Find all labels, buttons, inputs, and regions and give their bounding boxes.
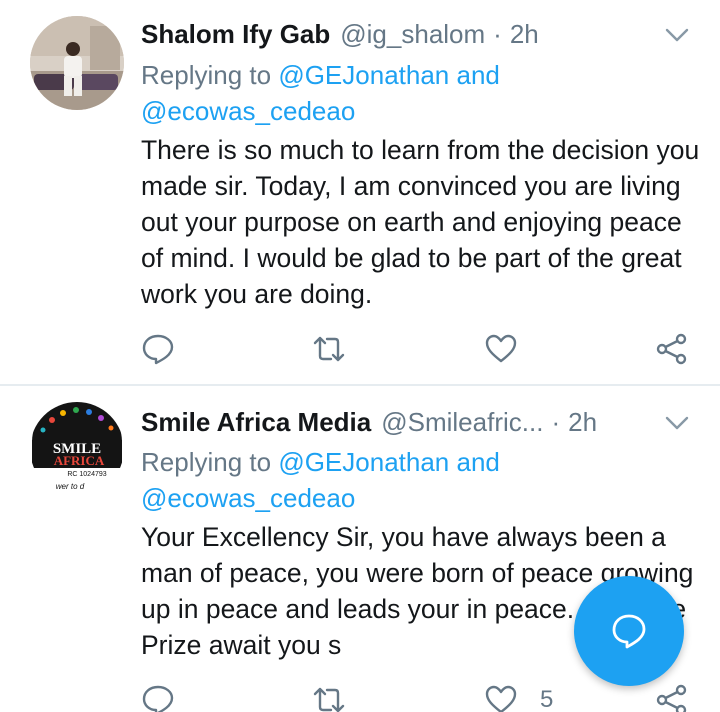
reply-icon	[142, 334, 174, 365]
retweet-button[interactable]	[312, 680, 346, 712]
mention-link[interactable]: @GEJonathan	[278, 60, 449, 90]
mention-link[interactable]: @ecowas_cedeao	[141, 483, 355, 513]
timestamp[interactable]: 2h	[510, 19, 539, 50]
retweet-button[interactable]	[312, 329, 346, 369]
reply-button[interactable]	[141, 329, 175, 369]
share-icon	[656, 684, 687, 712]
display-name[interactable]: Smile Africa Media	[141, 407, 371, 438]
mention-link[interactable]: @GEJonathan	[278, 447, 449, 477]
share-button[interactable]	[655, 329, 689, 369]
user-handle[interactable]: @ig_shalom	[340, 19, 485, 50]
replying-to: Replying to @GEJonathan and @ecowas_cede…	[141, 444, 681, 516]
smile-africa-logo-icon: SMILE AFRICA RC 1024793 wer to d	[30, 402, 124, 496]
chevron-down-icon[interactable]	[664, 22, 690, 48]
tweet-item[interactable]: Shalom Ify Gab @ig_shalom · 2h Replying …	[0, 0, 720, 385]
replying-to-joiner[interactable]: and	[449, 447, 499, 477]
tweet-actions: 5	[0, 680, 720, 712]
timestamp[interactable]: 2h	[568, 407, 597, 438]
like-button[interactable]: 5	[484, 680, 553, 712]
avatar[interactable]	[30, 16, 124, 110]
separator-dot: ·	[551, 406, 561, 437]
mention-link[interactable]: @ecowas_cedeao	[141, 96, 355, 126]
like-button[interactable]	[484, 329, 540, 369]
replying-to-joiner[interactable]: and	[449, 60, 499, 90]
reply-icon	[142, 685, 174, 712]
replying-to-prefix: Replying to	[141, 447, 279, 477]
tweet-header: Shalom Ify Gab @ig_shalom · 2h	[141, 14, 690, 54]
display-name[interactable]: Shalom Ify Gab	[141, 19, 330, 50]
user-photo-avatar-icon	[30, 16, 124, 110]
compose-reply-button[interactable]	[574, 576, 684, 686]
tweet-header: Smile Africa Media @Smileafric... · 2h	[141, 402, 690, 442]
chevron-down-icon[interactable]	[664, 410, 690, 436]
like-count: 5	[540, 686, 554, 712]
avatar[interactable]: SMILE AFRICA RC 1024793 wer to d	[30, 402, 124, 496]
retweet-icon	[313, 336, 345, 362]
share-button[interactable]	[655, 680, 689, 712]
retweet-icon	[313, 687, 345, 712]
logo-text-tagline: wer to d	[56, 482, 85, 491]
tweet-text: There is so much to learn from the decis…	[141, 135, 700, 309]
logo-text-africa: AFRICA	[54, 453, 105, 468]
compose-reply-icon	[612, 614, 646, 649]
tweet-actions	[0, 329, 720, 369]
share-icon	[656, 333, 687, 365]
tweet-feed: Shalom Ify Gab @ig_shalom · 2h Replying …	[0, 0, 720, 712]
logo-text-rc: RC 1024793	[67, 471, 106, 478]
heart-icon	[485, 685, 517, 712]
separator-dot: ·	[493, 18, 502, 49]
heart-icon	[485, 334, 517, 363]
replying-to-prefix: Replying to	[141, 60, 279, 90]
reply-button[interactable]	[141, 680, 175, 712]
replying-to: Replying to @GEJonathan and @ecowas_cede…	[141, 57, 681, 129]
user-handle[interactable]: @Smileafric...	[381, 407, 543, 438]
